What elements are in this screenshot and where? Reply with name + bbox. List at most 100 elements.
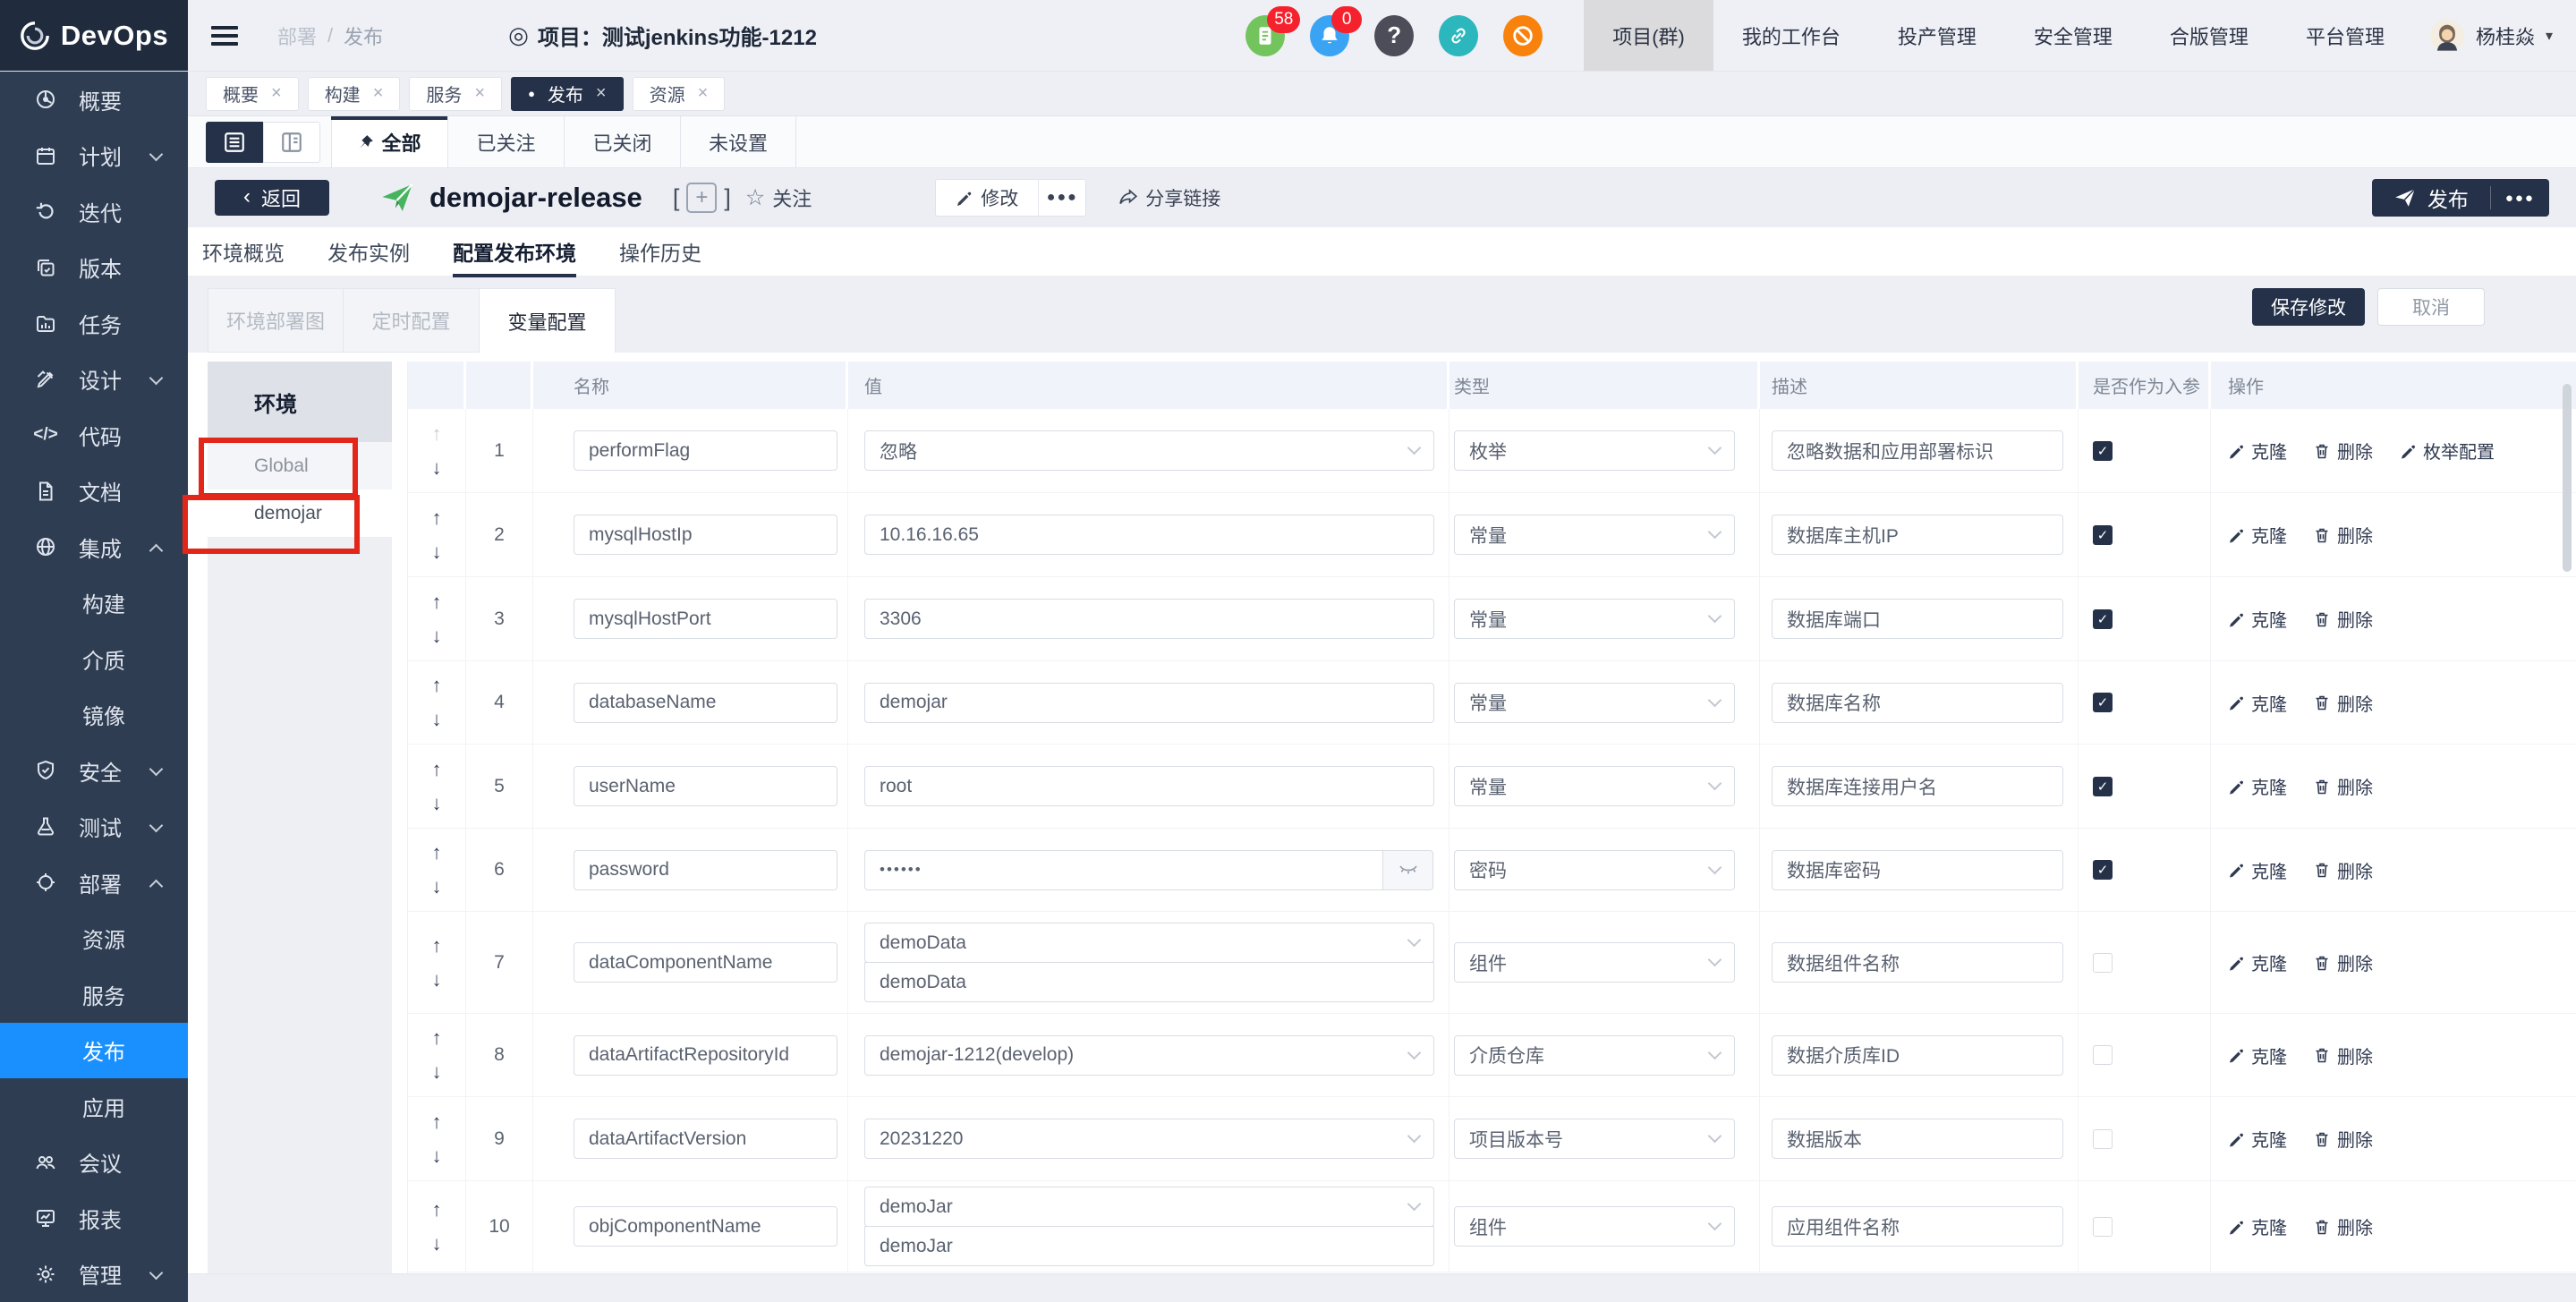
sidebar-item-admin[interactable]: 管理 — [0, 1247, 188, 1302]
value-input[interactable]: 10.16.16.65 — [864, 515, 1434, 555]
input-param-checkbox[interactable] — [2093, 1045, 2113, 1065]
type-select[interactable]: 常量 — [1454, 766, 1735, 806]
sidebar-item-iteration[interactable]: 迭代 — [0, 183, 188, 240]
top-nav-item-3[interactable]: 投产管理 — [1869, 0, 2005, 71]
delete-button[interactable]: 删除 — [2314, 773, 2373, 799]
value-input[interactable]: 3306 — [864, 599, 1434, 639]
move-down-button[interactable]: ↓ — [432, 710, 442, 729]
description-input[interactable]: 数据库密码 — [1772, 850, 2063, 890]
top-nav-item-5[interactable]: 合版管理 — [2141, 0, 2277, 71]
share-link-button[interactable]: 分享链接 — [1118, 184, 1220, 211]
name-input[interactable]: dataArtifactVersion — [574, 1119, 837, 1159]
sidebar-item-artifact[interactable]: 介质 — [0, 631, 188, 687]
input-param-checkbox[interactable]: ✓ — [2093, 777, 2113, 796]
input-param-checkbox[interactable]: ✓ — [2093, 693, 2113, 712]
sub-tab-2[interactable]: 定时配置 — [344, 288, 480, 353]
description-input[interactable]: 应用组件名称 — [1772, 1206, 2063, 1247]
input-param-checkbox[interactable]: ✓ — [2093, 525, 2113, 545]
value-input[interactable]: demoJar — [864, 1226, 1434, 1266]
move-up-button[interactable]: ↑ — [432, 592, 442, 612]
name-input[interactable]: dataComponentName — [574, 942, 837, 983]
move-down-button[interactable]: ↓ — [432, 542, 442, 562]
name-input[interactable]: dataArtifactRepositoryId — [574, 1035, 837, 1076]
list-view-button[interactable] — [206, 122, 263, 163]
move-down-button[interactable]: ↓ — [432, 794, 442, 813]
sidebar-item-report[interactable]: 报表 — [0, 1190, 188, 1247]
sidebar-item-application[interactable]: 应用 — [0, 1078, 188, 1135]
delete-button[interactable]: 删除 — [2314, 949, 2373, 975]
move-up-button[interactable]: ↑ — [432, 1028, 442, 1048]
name-input[interactable]: objComponentName — [574, 1206, 837, 1247]
type-select[interactable]: 常量 — [1454, 683, 1735, 723]
delete-button[interactable]: 删除 — [2314, 522, 2373, 548]
view-tab-1[interactable]: 全部 — [331, 116, 447, 167]
input-param-checkbox[interactable]: ✓ — [2093, 441, 2113, 461]
sidebar-item-plan[interactable]: 计划 — [0, 128, 188, 184]
description-input[interactable]: 数据版本 — [1772, 1119, 2063, 1159]
move-down-button[interactable]: ↓ — [432, 1062, 442, 1082]
sub-tab-1[interactable]: 环境部署图 — [208, 288, 344, 353]
edit-more-button[interactable]: ●●● — [1039, 180, 1085, 216]
detail-tab-2[interactable]: 发布实例 — [327, 227, 410, 276]
top-nav-item-6[interactable]: 平台管理 — [2277, 0, 2413, 71]
clone-button[interactable]: 克隆 — [2228, 773, 2287, 799]
clone-button[interactable]: 克隆 — [2228, 438, 2287, 464]
environment-item-global[interactable]: Global — [208, 442, 392, 489]
sidebar-item-task[interactable]: 任务 — [0, 295, 188, 352]
clone-button[interactable]: 克隆 — [2228, 1042, 2287, 1068]
type-select[interactable]: 常量 — [1454, 515, 1735, 555]
value-input[interactable]: demojar — [864, 683, 1434, 723]
move-up-button[interactable]: ↑ — [432, 424, 442, 444]
environment-item-demojar[interactable]: demojar — [208, 489, 392, 537]
detail-tab-4[interactable]: 操作历史 — [619, 227, 701, 276]
move-down-button[interactable]: ↓ — [432, 877, 442, 897]
sidebar-item-overview[interactable]: 概要 — [0, 72, 188, 128]
password-input[interactable]: •••••• — [864, 850, 1383, 890]
move-down-button[interactable]: ↓ — [432, 970, 442, 990]
sidebar-item-code[interactable]: </>代码 — [0, 407, 188, 464]
delete-button[interactable]: 删除 — [2314, 438, 2373, 464]
type-select[interactable]: 常量 — [1454, 599, 1735, 639]
description-input[interactable]: 忽略数据和应用部署标识 — [1772, 430, 2063, 471]
top-nav-item-4[interactable]: 安全管理 — [2005, 0, 2141, 71]
clone-button[interactable]: 克隆 — [2228, 522, 2287, 548]
cancel-button[interactable]: 取消 — [2377, 288, 2485, 326]
top-nav-item-2[interactable]: 我的工作台 — [1713, 0, 1869, 71]
delete-button[interactable]: 删除 — [2314, 690, 2373, 716]
sidebar-item-integration[interactable]: 集成 — [0, 519, 188, 575]
sidebar-item-meeting[interactable]: 会议 — [0, 1135, 188, 1191]
move-up-button[interactable]: ↑ — [432, 936, 442, 956]
move-down-button[interactable]: ↓ — [432, 1146, 442, 1166]
move-up-button[interactable]: ↑ — [432, 1200, 442, 1220]
help-icon[interactable]: ? — [1374, 15, 1414, 56]
type-select[interactable]: 组件 — [1454, 942, 1735, 983]
sidebar-item-build[interactable]: 构建 — [0, 575, 188, 632]
back-button[interactable]: ‹ 返回 — [215, 180, 329, 216]
value-select[interactable]: demoJar — [864, 1187, 1434, 1227]
view-tab-4[interactable]: 未设置 — [680, 116, 796, 167]
edit-button[interactable]: 修改 — [936, 180, 1038, 216]
name-input[interactable]: databaseName — [574, 683, 837, 723]
save-changes-button[interactable]: 保存修改 — [2252, 288, 2365, 326]
notification-bell-icon[interactable]: 0 — [1310, 15, 1349, 56]
link-icon[interactable] — [1439, 15, 1478, 56]
sidebar-item-test[interactable]: 测试 — [0, 799, 188, 855]
description-input[interactable]: 数据库连接用户名 — [1772, 766, 2063, 806]
value-select[interactable]: demoData — [864, 923, 1434, 963]
ban-icon[interactable] — [1503, 15, 1543, 56]
delete-button[interactable]: 删除 — [2314, 857, 2373, 883]
description-input[interactable]: 数据库端口 — [1772, 599, 2063, 639]
type-select[interactable]: 组件 — [1454, 1206, 1735, 1247]
value-select[interactable]: 忽略 — [864, 430, 1434, 471]
description-input[interactable]: 数据介质库ID — [1772, 1035, 2063, 1076]
follow-button[interactable]: ☆ 关注 — [745, 183, 812, 212]
menu-toggle-icon[interactable] — [211, 26, 238, 46]
sidebar-item-design[interactable]: 设计 — [0, 352, 188, 408]
close-icon[interactable]: × — [271, 83, 282, 104]
name-input[interactable]: mysqlHostIp — [574, 515, 837, 555]
move-down-button[interactable]: ↓ — [432, 626, 442, 646]
close-icon[interactable]: × — [698, 83, 709, 104]
sidebar-item-deploy[interactable]: 部署 — [0, 855, 188, 911]
todo-document-icon[interactable]: 58 — [1245, 15, 1285, 56]
close-icon[interactable]: × — [474, 83, 485, 104]
